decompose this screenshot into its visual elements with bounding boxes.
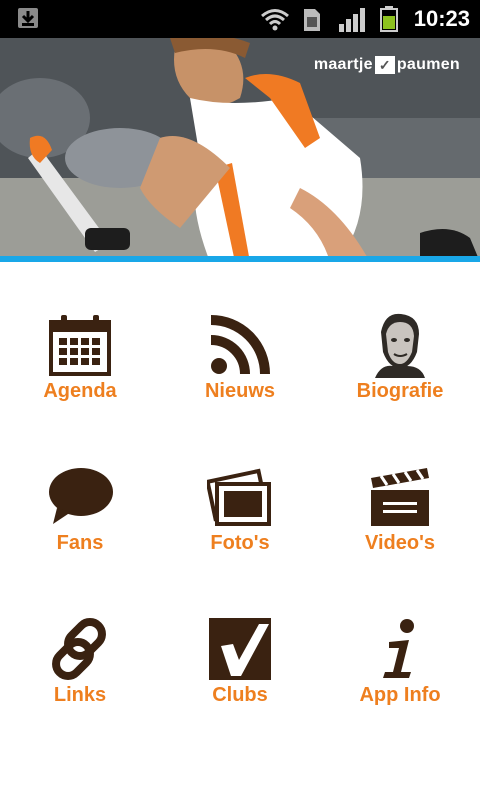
accent-bar [0, 256, 480, 262]
menu-label: Foto's [210, 532, 270, 554]
menu-item-biografie[interactable]: Biografie [320, 300, 480, 410]
menu-label: Fans [56, 532, 104, 554]
menu-label: App Info [359, 684, 441, 706]
menu-label: Agenda [43, 380, 117, 402]
clock: 10:23 [413, 6, 470, 31]
menu-item-videos[interactable]: Video's [320, 452, 480, 562]
status-bar: 10:23 [0, 0, 480, 38]
clapperboard-icon [371, 468, 429, 526]
clubs-icon [209, 618, 271, 680]
menu-item-links[interactable]: Links [0, 604, 160, 714]
speech-bubble-icon [49, 468, 113, 524]
sim-icon [304, 9, 320, 31]
menu-label: Clubs [212, 684, 268, 706]
menu-label: Nieuws [204, 380, 276, 402]
menu-item-nieuws[interactable]: Nieuws [160, 300, 320, 410]
menu-label: Biografie [356, 380, 444, 402]
menu-label: Video's [365, 532, 435, 554]
signal-icon [339, 8, 365, 32]
wifi-icon [261, 9, 289, 31]
photos-icon [207, 468, 271, 526]
calendar-icon [49, 315, 111, 376]
menu-item-clubs[interactable]: Clubs [160, 604, 320, 714]
link-icon [52, 618, 106, 680]
menu-label: Links [53, 684, 107, 706]
checkmark-icon: ✓ [374, 56, 395, 74]
rss-icon [210, 315, 270, 375]
download-icon [18, 8, 38, 28]
battery-icon [380, 6, 398, 32]
info-icon [383, 619, 414, 678]
menu-item-agenda[interactable]: Agenda [0, 300, 160, 410]
brand-logo: maartje ✓ paumen [313, 56, 460, 74]
menu-item-fotos[interactable]: Foto's [160, 452, 320, 562]
portrait-icon [367, 312, 433, 378]
menu-item-fans[interactable]: Fans [0, 452, 160, 562]
header-banner: maartje ✓ paumen [0, 38, 480, 262]
menu-item-app-info[interactable]: App Info [320, 604, 480, 714]
